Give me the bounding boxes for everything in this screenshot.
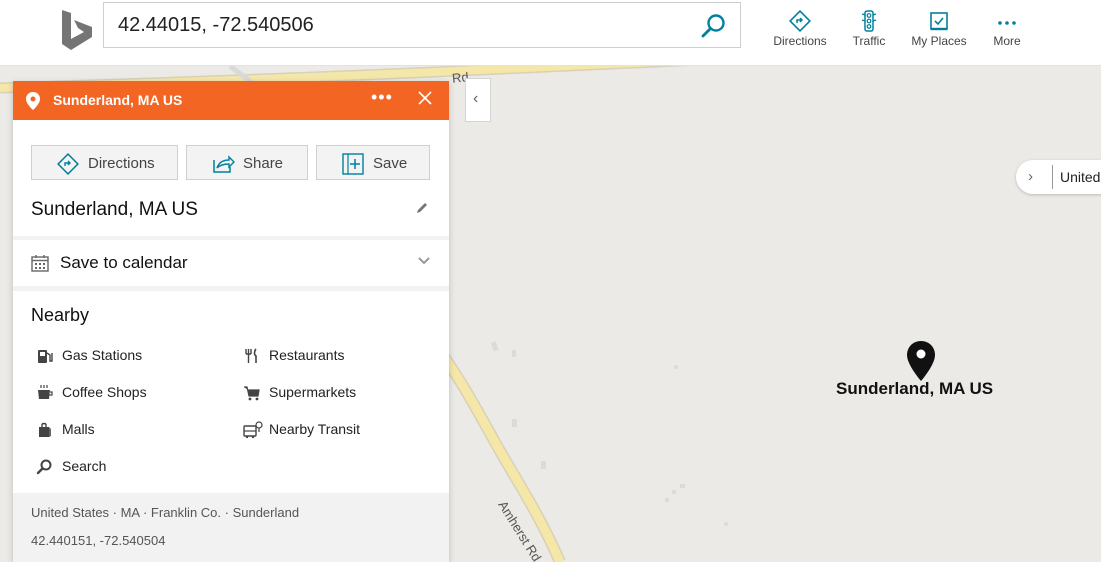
nearby-gas-stations[interactable]: Gas Stations <box>36 345 196 367</box>
save-button-label: Save <box>373 155 408 172</box>
place-name: Sunderland, MA US <box>31 199 198 220</box>
share-button-label: Share <box>243 155 284 172</box>
nearby-item-label: Restaurants <box>269 347 345 363</box>
save-to-calendar-row[interactable]: Save to calendar <box>13 240 449 286</box>
nearby-item-label: Search <box>62 458 107 474</box>
region-breadcrumb-pill[interactable]: › United <box>1016 160 1101 194</box>
traffic-light-icon <box>861 10 877 32</box>
panel-header: Sunderland, MA US ••• <box>13 81 449 120</box>
search-icon[interactable] <box>700 12 728 40</box>
nearby-search[interactable]: Search <box>36 456 196 478</box>
chevron-right-icon: › <box>1028 168 1033 185</box>
nearby-item-label: Coffee Shops <box>62 384 147 400</box>
search-icon <box>36 459 52 475</box>
restaurant-icon <box>245 348 257 363</box>
top-bar: Directions Traffic My Places More <box>0 0 1101 66</box>
nearby-malls[interactable]: Malls <box>36 419 196 441</box>
gas-station-icon <box>38 350 53 363</box>
coffee-icon <box>38 385 53 399</box>
directions-icon <box>57 153 79 175</box>
share-icon <box>213 155 235 173</box>
bing-logo[interactable] <box>58 8 96 52</box>
nav-traffic-button[interactable]: Traffic <box>847 10 891 56</box>
region-label: United <box>1060 169 1101 185</box>
search-input[interactable] <box>118 3 678 47</box>
place-card: Directions Share Save Sunderland, MA US <box>13 120 449 236</box>
nearby-restaurants[interactable]: Restaurants <box>243 345 403 367</box>
map-pin-label[interactable]: Sunderland, MA US <box>836 379 993 399</box>
nearby-supermarkets[interactable]: Supermarkets <box>243 382 403 404</box>
nearby-item-label: Gas Stations <box>62 347 143 363</box>
location-panel: Sunderland, MA US ••• Directions Share S… <box>13 81 449 562</box>
location-marker-icon <box>26 92 40 110</box>
save-button[interactable]: Save <box>316 145 430 180</box>
share-button[interactable]: Share <box>186 145 308 180</box>
search-box <box>103 2 741 48</box>
nearby-item-label: Malls <box>62 421 95 437</box>
nearby-title: Nearby <box>31 305 90 325</box>
panel-title: Sunderland, MA US <box>53 92 183 108</box>
nearby-section: Nearby Gas Stations Restaurants Coffee S… <box>13 291 449 493</box>
nav-traffic-label: Traffic <box>852 34 886 48</box>
pencil-icon[interactable] <box>415 201 429 215</box>
nav-more-button[interactable]: More <box>989 10 1025 56</box>
nearby-item-label: Supermarkets <box>269 384 357 400</box>
nav-my-places-label: My Places <box>911 34 967 48</box>
chevron-down-icon[interactable] <box>417 256 431 266</box>
more-dots-icon <box>998 21 1016 25</box>
nearby-item-label: Nearby Transit <box>269 421 361 437</box>
nav-more-label: More <box>993 34 1021 48</box>
directions-button-label: Directions <box>88 155 155 172</box>
directions-button[interactable]: Directions <box>31 145 178 180</box>
location-breadcrumb: United States · MA · Franklin Co. · Sund… <box>31 505 300 520</box>
collapse-panel-button[interactable]: ‹ <box>465 78 491 122</box>
calendar-icon <box>31 255 49 272</box>
save-plus-icon <box>342 153 364 175</box>
more-dots-icon: ••• <box>371 87 393 107</box>
panel-more-button[interactable]: ••• <box>371 87 393 108</box>
my-places-icon <box>930 12 948 31</box>
panel-footer: United States · MA · Franklin Co. · Sund… <box>13 493 449 562</box>
location-coordinates: 42.440151, -72.540504 <box>31 533 166 548</box>
nav-directions-button[interactable]: Directions <box>768 10 832 56</box>
save-to-calendar-label: Save to calendar <box>60 253 188 272</box>
region-divider <box>1052 165 1053 189</box>
chevron-left-icon: ‹ <box>473 90 479 107</box>
nearby-transit[interactable]: Nearby Transit <box>243 419 413 441</box>
map-pin-icon[interactable] <box>906 340 936 382</box>
cart-icon <box>244 386 260 401</box>
directions-icon <box>789 10 811 32</box>
shopping-bag-icon <box>39 422 51 437</box>
bus-icon <box>243 421 263 439</box>
nav-my-places-button[interactable]: My Places <box>906 10 972 56</box>
nearby-coffee-shops[interactable]: Coffee Shops <box>36 382 196 404</box>
nav-directions-label: Directions <box>773 34 827 48</box>
close-icon[interactable] <box>417 90 433 106</box>
